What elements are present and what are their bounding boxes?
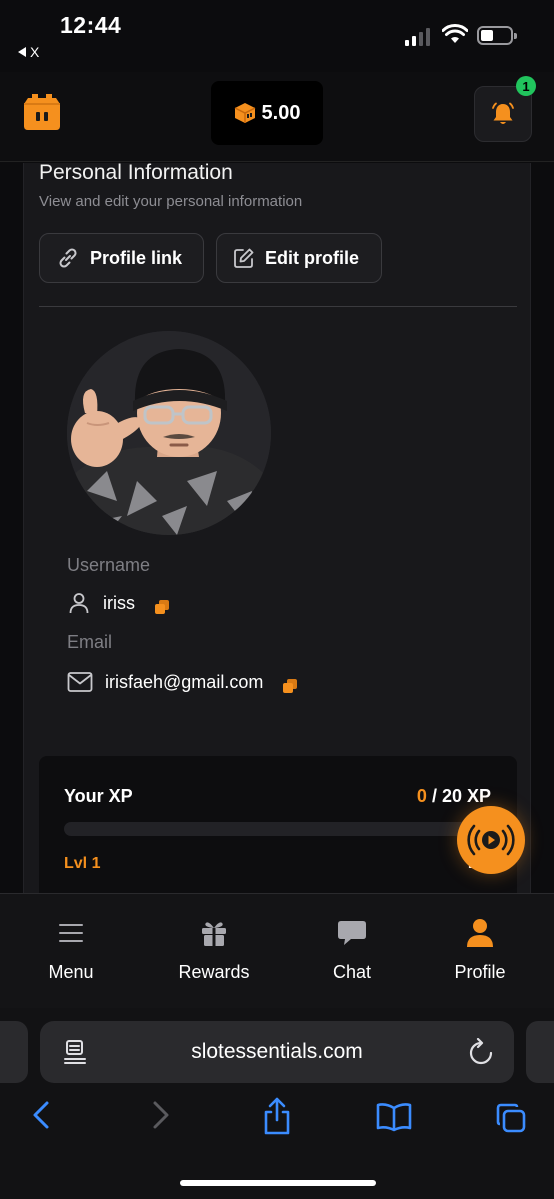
main-content: Personal Information View and edit your … (0, 163, 554, 893)
username-value: iriss (103, 592, 135, 613)
site-header: 5.00 1 (0, 72, 554, 162)
back-triangle-icon (18, 47, 26, 57)
edit-profile-label: Edit profile (265, 247, 359, 268)
battery-icon (477, 26, 517, 45)
cellular-signal-icon (405, 28, 430, 46)
logo-icon[interactable] (22, 92, 62, 132)
coin-box-icon (234, 103, 255, 123)
bell-icon (492, 102, 514, 124)
address-bar[interactable]: slotessentials.com (40, 1021, 514, 1083)
floating-play-button[interactable] (457, 806, 525, 874)
user-icon (467, 919, 493, 947)
nav-item-chat[interactable]: Chat (297, 916, 407, 983)
wifi-icon (442, 24, 468, 43)
copy-email-icon[interactable] (283, 679, 298, 693)
back-to-app-button[interactable]: X (18, 44, 39, 60)
nav-label-rewards: Rewards (178, 962, 250, 982)
forward-icon[interactable] (150, 1100, 172, 1130)
url-text: slotessentials.com (191, 1040, 363, 1063)
link-icon (59, 248, 77, 268)
section-title: Personal Information (39, 163, 233, 184)
balance-display[interactable]: 5.00 (211, 81, 323, 145)
bottom-nav: Menu Rewards Chat Profile (0, 893, 554, 1008)
nav-item-profile[interactable]: Profile (425, 916, 535, 983)
username-row: iriss (67, 591, 169, 615)
nav-item-rewards[interactable]: Rewards (159, 916, 269, 983)
email-label: Email (67, 632, 113, 652)
nav-label-chat: Chat (332, 962, 372, 982)
home-indicator (180, 1180, 376, 1186)
tabs-icon[interactable] (495, 1102, 527, 1134)
play-broadcast-icon (467, 824, 515, 856)
nav-label-menu: Menu (48, 962, 94, 982)
email-row: irisfaeh@gmail.com (67, 671, 298, 693)
current-level: Lvl 1 (64, 855, 101, 872)
xp-card: Your XP 0 / 20 XP Lvl 1 Lvl (39, 756, 517, 893)
menu-icon (59, 924, 83, 942)
copy-username-icon[interactable] (155, 600, 169, 614)
user-outline-icon (69, 593, 89, 614)
section-subtitle: View and edit your personal information (39, 193, 303, 210)
nav-label-profile: Profile (454, 962, 506, 982)
divider (39, 306, 517, 307)
browser-chrome: slotessentials.com (0, 1008, 554, 1199)
xp-target: 20 XP (441, 786, 491, 806)
edit-icon (234, 248, 254, 268)
xp-separator: / (426, 786, 442, 806)
balance-value: 5.00 (261, 101, 301, 124)
status-bar: 12:44 X (0, 0, 554, 72)
xp-current: 0 (416, 786, 427, 806)
xp-value: 0 / 20 XP (417, 786, 491, 807)
notification-badge: 1 (516, 76, 536, 96)
email-value: irisfaeh@gmail.com (105, 671, 264, 692)
previous-tab-peek[interactable] (0, 1021, 28, 1083)
chat-icon (338, 921, 366, 945)
xp-title: Your XP (64, 786, 133, 806)
next-tab-peek[interactable] (526, 1021, 554, 1083)
bookmarks-icon[interactable] (376, 1102, 412, 1132)
gift-icon (202, 922, 226, 946)
edit-profile-button[interactable]: Edit profile (216, 233, 382, 283)
share-icon[interactable] (261, 1096, 293, 1136)
back-app-label: X (30, 44, 40, 60)
profile-link-button[interactable]: Profile link (39, 233, 204, 283)
memoji-avatar-image (67, 331, 271, 535)
back-icon[interactable] (30, 1100, 52, 1130)
nav-item-menu[interactable]: Menu (16, 916, 126, 983)
mail-icon (67, 672, 93, 692)
avatar (67, 331, 271, 535)
status-time: 12:44 (60, 12, 122, 38)
username-label: Username (67, 555, 151, 575)
reload-icon[interactable] (468, 1038, 494, 1066)
xp-progress-bar (64, 822, 492, 836)
profile-link-label: Profile link (90, 247, 183, 268)
